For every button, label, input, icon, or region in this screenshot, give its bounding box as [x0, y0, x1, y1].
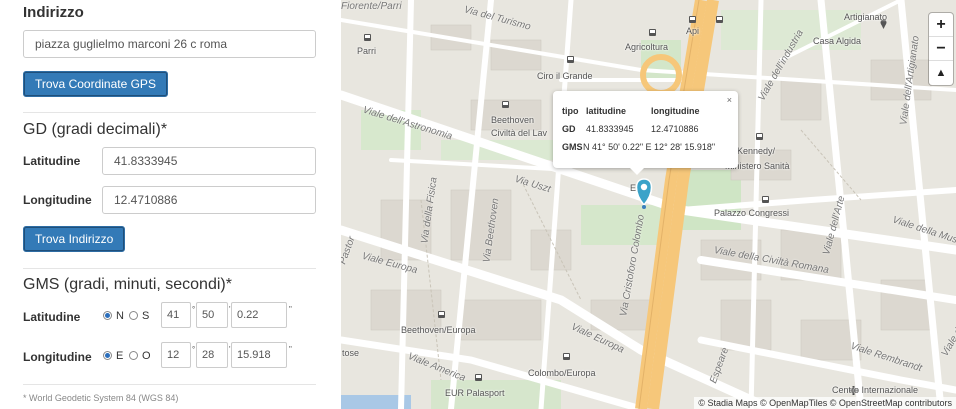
popup-close-icon[interactable]: ×: [727, 95, 732, 105]
popup-latitude-value: 41.8333945: [586, 124, 634, 134]
gd-longitude-input[interactable]: 12.4710886: [102, 186, 316, 214]
map-label: Colombo/Europa: [528, 368, 596, 378]
footnote: * World Geodetic System 84 (WGS 84): [23, 393, 179, 403]
bus-stop-icon: [364, 34, 371, 41]
map-label: Ciro il Grande: [537, 71, 593, 81]
bus-stop-icon: [502, 101, 509, 108]
popup-longitude-value: 12.4710886: [651, 124, 699, 134]
bus-stop-icon: [649, 29, 656, 36]
map-label: Kennedy/: [737, 146, 776, 156]
bus-stop-icon: [762, 196, 769, 203]
zoom-out-button[interactable]: −: [929, 37, 953, 61]
popup-row-type: GMS: [562, 142, 583, 152]
find-gps-button[interactable]: Trova Coordinate GPS: [23, 71, 168, 97]
gms-latitude-label: Latitudine: [23, 310, 81, 324]
zoom-control: + − ▲: [929, 13, 953, 85]
map-label: Agricoltura: [625, 42, 669, 52]
gms-latitude-minutes[interactable]: 50: [196, 302, 228, 328]
second-unit: ": [289, 345, 292, 354]
gd-latitude-input[interactable]: 41.8333945: [102, 147, 316, 175]
map-label: Parri: [357, 46, 377, 56]
map-label: tose: [342, 348, 360, 358]
address-input[interactable]: piazza guglielmo marconi 26 c roma: [23, 30, 316, 58]
popup-header-longitude: longitudine: [651, 106, 700, 116]
map-label: Api: [686, 26, 700, 36]
radio-west-label: O: [142, 350, 151, 362]
second-unit: ": [289, 305, 292, 314]
gms-title: GMS (gradi, minuti, secondi)*: [23, 276, 232, 293]
compass-button[interactable]: ▲: [929, 61, 953, 85]
bus-stop-icon: [756, 133, 763, 140]
map-label: Palazzo Congressi: [714, 208, 790, 218]
radio-east-label: E: [116, 350, 124, 362]
page: Indirizzo piazza guglielmo marconi 26 c …: [0, 0, 956, 409]
gd-latitude-label: Latitudine: [23, 154, 81, 168]
street-label: Fiorente/Parri: [341, 1, 402, 12]
popup-tip: [629, 167, 645, 175]
divider: [23, 384, 316, 385]
radio-south-label: S: [142, 310, 150, 322]
gms-latitude-degrees[interactable]: 41: [161, 302, 191, 328]
gms-longitude-seconds[interactable]: 15.918: [231, 342, 287, 368]
zoom-in-button[interactable]: +: [929, 13, 953, 37]
map-attribution[interactable]: © Stadia Maps © OpenMapTiles © OpenStree…: [694, 397, 956, 409]
divider: [23, 112, 316, 113]
find-address-button[interactable]: Trova Indirizzo: [23, 226, 126, 252]
bus-stop-icon: [563, 353, 570, 360]
map-label: Beethoven/Europa: [401, 325, 476, 335]
gms-latitude-seconds[interactable]: 0.22: [231, 302, 287, 328]
map-label: Casa Algida: [813, 36, 862, 46]
coordinate-popup: × tipo latitudine longitudine GD 41.8333…: [553, 91, 738, 168]
map-label: Civiltà del Lav: [491, 128, 548, 138]
map-label: Centro Internazionale: [832, 385, 919, 395]
popup-header-tipo: tipo: [562, 106, 579, 116]
coordinates-form: Indirizzo piazza guglielmo marconi 26 c …: [0, 0, 326, 409]
gms-longitude-label: Longitudine: [23, 350, 92, 364]
bus-stop-icon: [567, 56, 574, 63]
popup-header-latitude: latitudine: [586, 106, 626, 116]
map-label: EUR Palasport: [445, 388, 505, 398]
bus-stop-icon: [438, 311, 445, 318]
popup-row-type: GD: [562, 124, 576, 134]
map-label: Artigianato: [844, 12, 888, 22]
map-label: E: [630, 183, 637, 193]
radio-west[interactable]: [129, 351, 138, 360]
degree-unit: °: [192, 305, 196, 314]
gms-longitude-minutes[interactable]: 28: [196, 342, 228, 368]
map[interactable]: Parri Api Agricoltura Casa Algida Artigi…: [341, 0, 956, 409]
map-label: Beethoven: [491, 115, 535, 125]
popup-gms-value: N 41° 50' 0.22" E 12° 28' 15.918": [583, 142, 716, 152]
radio-north[interactable]: [103, 311, 112, 320]
radio-north-label: N: [116, 310, 124, 322]
gms-longitude-degrees[interactable]: 12: [161, 342, 191, 368]
degree-unit: °: [192, 345, 196, 354]
gd-longitude-label: Longitudine: [23, 193, 92, 207]
radio-east[interactable]: [103, 351, 112, 360]
bus-stop-icon: [475, 374, 482, 381]
address-title: Indirizzo: [23, 4, 84, 21]
gd-title: GD (gradi decimali)*: [23, 121, 168, 138]
radio-south[interactable]: [129, 311, 138, 320]
divider: [23, 268, 316, 269]
bus-stop-icon: [689, 16, 696, 23]
bus-stop-icon: [716, 16, 723, 23]
